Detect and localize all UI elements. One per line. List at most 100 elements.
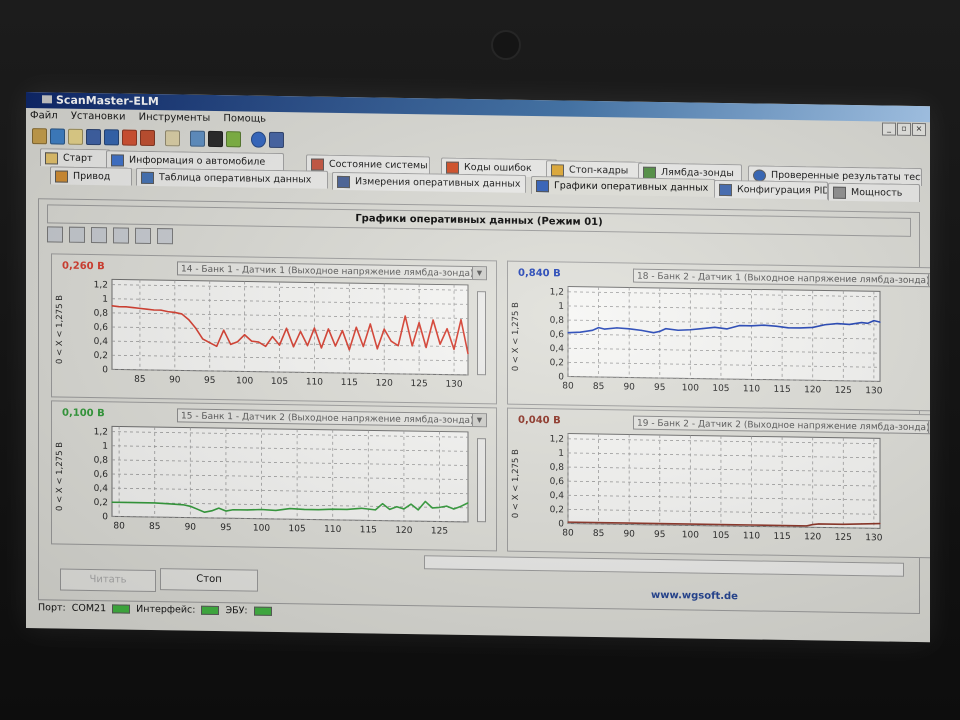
chart-icon[interactable] [104,129,119,146]
minimize-button[interactable]: _ [882,122,896,136]
y-tick-label: 0,6 [550,477,565,487]
document-icon[interactable] [68,128,83,145]
close-button[interactable]: × [912,122,926,137]
chart-bank1-sensor2: 0,100 В 15 - Банк 1 - Датчик 2 (Выходное… [51,400,497,552]
tab-label: Информация о автомобиле [129,154,266,168]
remove-graph-icon[interactable] [69,226,85,243]
y-tick-label: 1,2 [94,280,108,290]
tab-live-data-table[interactable]: Таблица оперативных данных [136,167,328,189]
x-tick-label: 110 [324,525,341,535]
read-button[interactable]: Читать [60,568,156,593]
info-icon[interactable] [251,131,266,148]
y-tick-label: 0 [102,512,108,522]
x-tick-label: 100 [236,376,253,386]
x-tick-label: 115 [341,378,358,388]
plot-background [567,433,881,529]
port-status-indicator [112,604,131,614]
x-tick-label: 125 [835,386,852,396]
plot-area: 00,20,40,60,811,280 85 90 95 100 105 110 115 120… [550,286,883,396]
x-tick-label: 95 [654,530,665,540]
x-tick-label: 105 [712,384,729,394]
status-bar: Порт: COM21 Интерфейс: ЭБУ: [38,602,272,617]
webcam [491,30,521,60]
table-icon [141,171,154,184]
y-tick-label: 1 [102,442,108,452]
tab-start[interactable]: Старт [40,148,110,168]
menu-file[interactable]: Файл [30,110,58,121]
tab-drive[interactable]: Привод [50,166,132,186]
y-tick-label: 0 [102,365,108,375]
y-tick-label: 1,2 [94,427,108,437]
y-tick-label: 1 [558,302,564,312]
tab-label: Графики оперативных данных [554,180,709,194]
chevron-down-icon: ▼ [928,421,930,434]
y-tick-label: 0,8 [94,456,109,466]
chart-bank2-sensor1: 0,840 В 18 - Банк 2 - Датчик 1 (Выходное… [507,260,930,412]
flag-icon[interactable] [122,129,137,146]
x-tick-label: 100 [682,530,699,540]
x-tick-label: 130 [445,380,462,390]
open-icon[interactable] [91,227,107,244]
tab-power[interactable]: Мощность [828,182,920,203]
x-tick-label: 120 [804,385,821,395]
y-tick-label: 1,2 [550,288,564,298]
chevron-down-icon: ▼ [928,274,930,287]
tab-live-data-graphs[interactable]: Графики оперативных данных [531,175,715,197]
monitor-icon[interactable] [190,130,205,147]
x-tick-label: 120 [376,378,393,388]
x-tick-label: 115 [360,525,377,535]
ecu-status-indicator [253,606,272,616]
app-logo-icon [42,95,52,104]
restore-button[interactable]: ▫ [897,122,911,136]
x-tick-label: 115 [774,385,791,395]
y-tick-label: 0,6 [94,470,109,480]
x-tick-label: 90 [623,529,635,539]
test-results-icon [753,168,766,182]
x-tick-label: 95 [220,523,231,533]
website-link[interactable]: www.wgsoft.de [651,590,738,602]
y-tick-label: 1 [558,449,564,459]
tab-live-data-measurements[interactable]: Измерения оперативных данных [332,171,526,193]
tab-label: Конфигурация PID [737,184,828,197]
check-icon [45,151,58,165]
tab-label: Стоп-кадры [569,164,629,177]
menu-tools[interactable]: Инструменты [139,112,211,124]
chart-bank2-sensor2: 0,040 В 19 - Банк 2 - Датчик 2 (Выходное… [507,407,930,559]
application-window: ScanMaster-ELM Файл Установки Инструмент… [26,92,930,643]
x-tick-label: 120 [395,526,412,536]
y-tick-label: 0,2 [94,498,108,508]
graph-icon [536,179,549,192]
y-tick-label: 0,4 [550,491,565,501]
battery-icon[interactable] [226,131,241,148]
y-tick-label: 0,2 [94,351,108,361]
y-tick-label: 0,2 [550,505,564,515]
print-icon[interactable] [135,227,151,244]
ecu-label: ЭБУ: [225,605,248,617]
horizontal-scrollbar[interactable] [424,555,904,577]
add-graph-icon[interactable] [47,226,63,243]
y-tick-label: 0,8 [94,309,109,319]
stop-button[interactable]: Стоп [160,568,258,592]
x-tick-label: 105 [712,531,729,541]
plot-background [567,286,881,382]
tab-pid-config[interactable]: Конфигурация PID [714,179,828,200]
x-tick-label: 120 [804,532,821,542]
x-tick-label: 90 [169,375,181,385]
gear-icon[interactable] [140,129,155,147]
x-tick-label: 80 [113,521,125,531]
terminal-icon[interactable] [208,130,223,148]
save-icon[interactable] [113,227,129,244]
table-icon[interactable] [86,128,101,146]
connect-icon[interactable] [32,128,47,145]
x-tick-label: 110 [743,531,760,541]
print-preview-icon[interactable] [157,228,173,245]
menu-settings[interactable]: Установки [71,111,126,123]
power-icon [833,186,846,199]
book-icon[interactable] [269,131,284,149]
clipboard-icon[interactable] [165,130,180,147]
tab-label: Старт [63,152,93,165]
y-tick-label: 1,2 [550,435,564,445]
x-tick-label: 85 [593,382,604,392]
menu-help[interactable]: Помощь [223,113,266,125]
globe-icon[interactable] [50,128,65,145]
